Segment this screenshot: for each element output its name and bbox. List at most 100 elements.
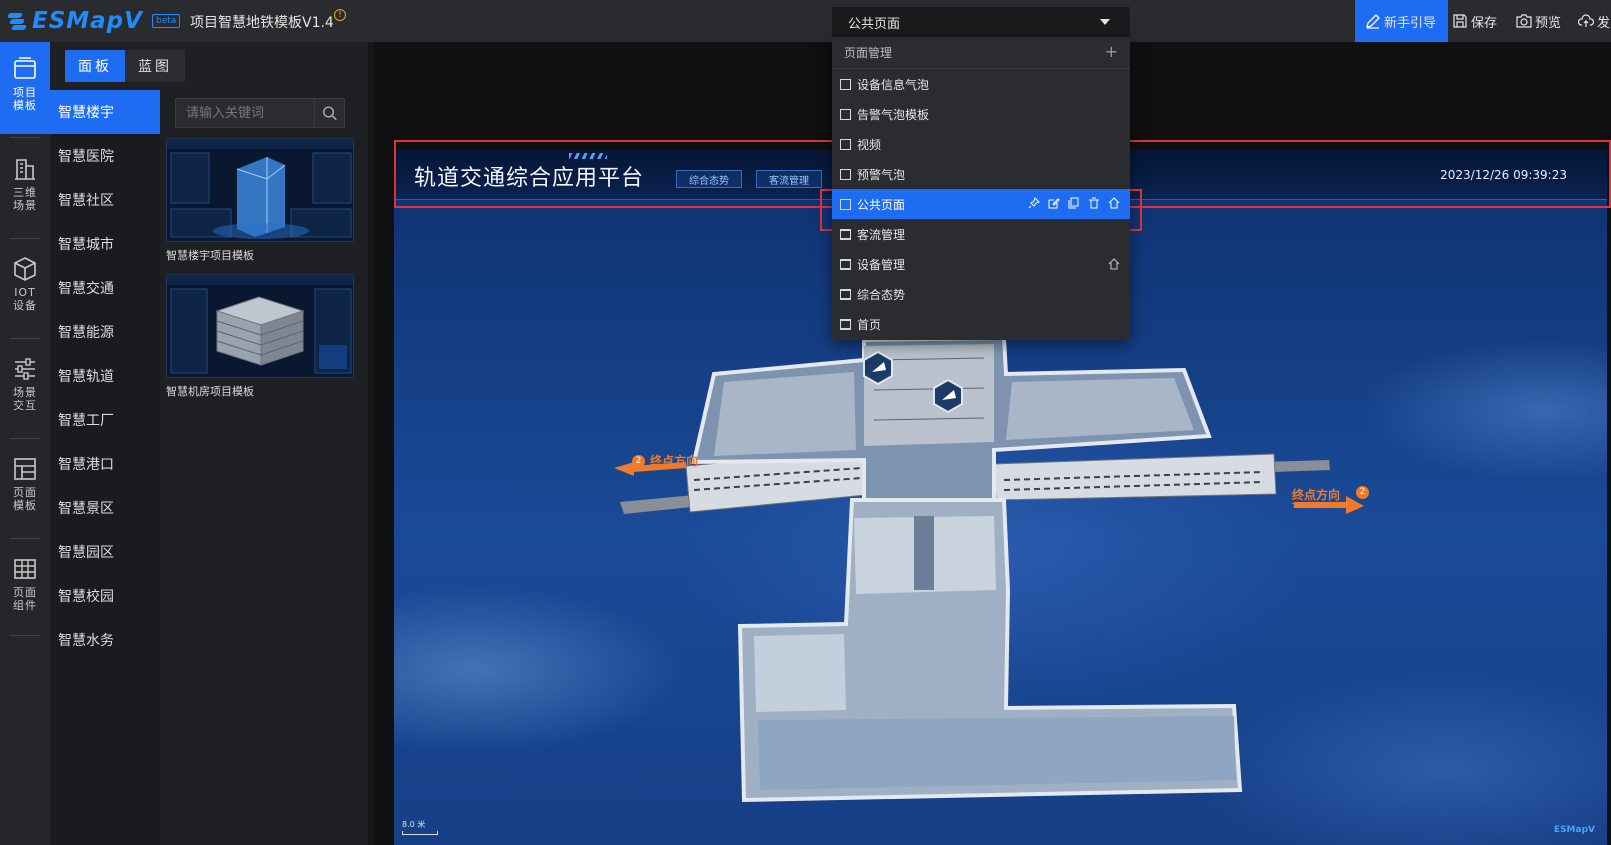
publish-button[interactable]: 发 [1578, 0, 1610, 42]
preview-button[interactable]: 预览 [1516, 0, 1561, 42]
category-item[interactable]: 智慧城市 [50, 222, 160, 266]
beta-badge: beta [152, 14, 181, 28]
template-card[interactable]: 智慧机房项目模板 [166, 274, 354, 399]
save-button[interactable]: 保存 [1452, 0, 1497, 42]
rail-item-scene-interaction[interactable]: 场景交互 [0, 342, 50, 434]
camera-icon [1516, 14, 1532, 28]
page-item-label: 设备信息气泡 [857, 77, 930, 92]
template-name: 智慧机房项目模板 [166, 385, 254, 398]
page-item[interactable]: 综合态势 [832, 279, 1130, 309]
guide-button[interactable]: 新手引导 [1355, 0, 1449, 42]
logo-mark-icon [6, 11, 28, 31]
page-item-actions [1028, 197, 1120, 209]
right-direction-label: 终点方向 [1292, 488, 1341, 502]
scale-value: 8.0 米 [402, 820, 426, 829]
edit-icon[interactable] [1048, 197, 1060, 209]
pen-icon [1366, 14, 1380, 29]
page-item[interactable]: 告警气泡模板 [832, 99, 1130, 129]
page-template-icon [14, 458, 36, 480]
guide-label: 新手引导 [1384, 15, 1437, 31]
category-item[interactable]: 智慧工厂 [50, 398, 160, 442]
page-item-label: 预警气泡 [857, 167, 906, 182]
category-item[interactable]: 智慧水务 [50, 618, 160, 662]
page-item[interactable]: 视频 [832, 129, 1130, 159]
scale-bar: 8.0 米 [402, 819, 438, 835]
page-icon [840, 108, 851, 120]
sliders-icon [15, 358, 35, 380]
page-item[interactable]: 首页 [832, 309, 1130, 339]
rail-label: 页面组件 [13, 586, 37, 612]
page-item[interactable]: 设备信息气泡 [832, 69, 1130, 99]
page-manage-label: 页面管理 [844, 46, 893, 60]
category-item[interactable]: 智慧景区 [50, 486, 160, 530]
template-panel: 面板 蓝图 智慧楼宇 智慧医院 智慧社区 智慧城市 智慧交通 智慧能源 智慧轨道… [50, 42, 368, 845]
chevron-down-icon [1100, 19, 1110, 25]
page-item-label: 公共页面 [857, 197, 906, 212]
rail-item-3d-scene[interactable]: 三维场景 [0, 142, 50, 234]
save-icon [1453, 14, 1467, 28]
rail-label: IOT设备 [13, 286, 37, 312]
search-box [175, 98, 345, 128]
category-item[interactable]: 智慧港口 [50, 442, 160, 486]
direction-number-badge: 2 [1356, 486, 1369, 499]
template-card[interactable]: 智慧楼宇项目模板 [166, 138, 354, 263]
rail-item-project-template[interactable]: 项目模板 [0, 42, 50, 134]
page-icon [840, 78, 851, 90]
page-item[interactable]: 客流管理 [832, 219, 1130, 249]
page-item[interactable]: 设备管理 [832, 249, 1130, 279]
rail-item-page-component[interactable]: 页面组件 [0, 542, 50, 634]
category-item[interactable]: 智慧校园 [50, 574, 160, 618]
rail-item-page-template[interactable]: 页面模板 [0, 442, 50, 534]
rail-label: 场景交互 [13, 386, 37, 412]
camera-marker-icon [933, 378, 963, 414]
category-item[interactable]: 智慧交通 [50, 266, 160, 310]
tab-panel[interactable]: 面板 [65, 50, 125, 82]
pin-icon[interactable] [1028, 197, 1040, 209]
left-direction-label: 终点方向 [650, 454, 699, 468]
direction-number-badge: 2 [632, 455, 645, 468]
add-page-button[interactable]: + [1105, 44, 1118, 60]
logo: ESMapV [6, 8, 143, 34]
page-dropdown: 页面管理 + 设备信息气泡 告警气泡模板 视频 预警气泡 公共页面 客流管理 设… [832, 37, 1130, 340]
top-bar: ESMapV beta 项目智慧地铁模板V1.4 ! 公共页面 新手引导 保存 … [0, 0, 1611, 42]
category-item[interactable]: 智慧园区 [50, 530, 160, 574]
cube-icon [14, 257, 36, 281]
rail-label: 三维场景 [13, 186, 37, 212]
publish-label: 发 [1597, 15, 1611, 31]
category-item[interactable]: 智慧楼宇 [50, 90, 160, 134]
page-item-label: 综合态势 [857, 287, 906, 302]
category-item[interactable]: 智慧医院 [50, 134, 160, 178]
preview-label: 预览 [1535, 15, 1562, 31]
tab-blueprint[interactable]: 蓝图 [125, 50, 185, 82]
camera-marker-icon [863, 350, 893, 386]
home-icon[interactable] [1108, 197, 1120, 209]
panel-tabs: 面板 蓝图 [65, 50, 185, 82]
page-frame-icon [840, 258, 851, 270]
home-icon[interactable] [1108, 258, 1120, 270]
right-direction-sub: To The terminal [1292, 502, 1347, 510]
table-grid-icon [14, 559, 36, 579]
category-item[interactable]: 智慧能源 [50, 310, 160, 354]
delete-icon[interactable] [1088, 197, 1100, 209]
page-frame-icon [840, 228, 851, 240]
page-select-value: 公共页面 [848, 16, 901, 32]
page-item-selected[interactable]: 公共页面 [832, 189, 1130, 219]
project-template-icon [14, 57, 36, 79]
category-list: 智慧楼宇 智慧医院 智慧社区 智慧城市 智慧交通 智慧能源 智慧轨道 智慧工厂 … [50, 90, 160, 845]
search-input[interactable] [176, 99, 314, 127]
page-select[interactable]: 公共页面 [832, 7, 1130, 37]
page-frame-icon [840, 318, 851, 330]
category-item[interactable]: 智慧轨道 [50, 354, 160, 398]
search-icon[interactable] [314, 99, 344, 127]
rail-item-iot[interactable]: IOT设备 [0, 242, 50, 334]
copy-icon[interactable] [1068, 197, 1080, 209]
page-item-label: 告警气泡模板 [857, 107, 930, 122]
page-item-label: 客流管理 [857, 227, 906, 242]
page-icon [840, 138, 851, 150]
template-thumbnail [166, 274, 354, 378]
page-item[interactable]: 预警气泡 [832, 159, 1130, 189]
category-item[interactable]: 智慧社区 [50, 178, 160, 222]
page-item-label: 首页 [857, 317, 882, 332]
info-icon[interactable]: ! [334, 9, 346, 21]
rail-label: 页面模板 [13, 486, 37, 512]
